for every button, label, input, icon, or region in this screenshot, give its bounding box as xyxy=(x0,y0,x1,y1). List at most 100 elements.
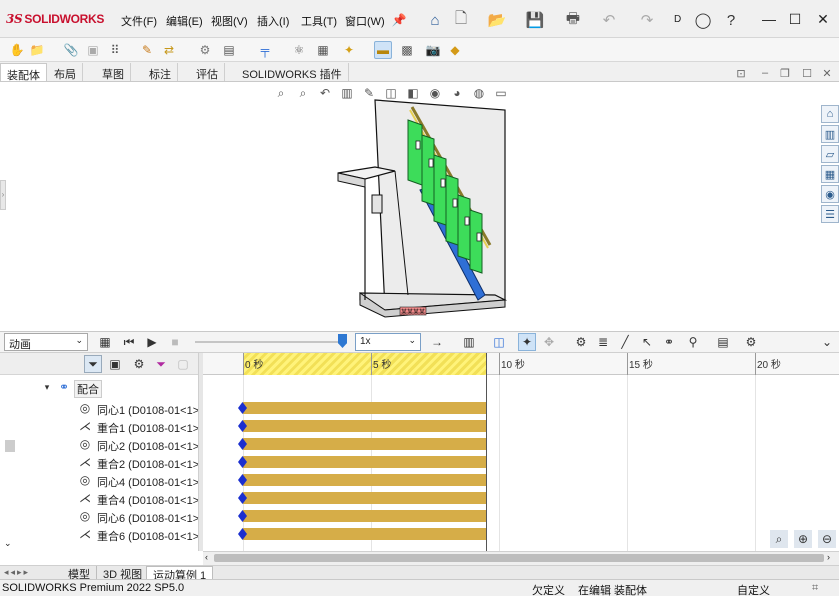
pin-icon[interactable]: 📌 xyxy=(390,11,408,29)
auto-expand-icon[interactable]: ▢ xyxy=(174,355,192,373)
update-speedpak-icon[interactable]: ▩ xyxy=(398,41,416,59)
animation-wizard-icon[interactable]: ◫ xyxy=(490,333,508,351)
chevron-down-icon[interactable]: ▾ xyxy=(40,380,54,394)
minimize-button[interactable]: — xyxy=(758,8,780,30)
tab-motion-study-1[interactable]: 运动算例 1 xyxy=(146,566,214,582)
solidworks-logo[interactable]: 3S SOLIDWORKS xyxy=(6,12,104,28)
tab-assembly[interactable]: 装配体 xyxy=(0,63,47,82)
tree-item[interactable]: ◎ 同心2 (D0108-01<1> xyxy=(0,435,198,453)
reference-geometry-icon[interactable]: ╤ xyxy=(256,41,274,59)
new-document-icon[interactable]: 🗋 xyxy=(452,10,470,29)
home-icon[interactable]: ⌂ xyxy=(426,11,444,29)
zoom-to-fit-icon[interactable]: ⌕ xyxy=(272,84,290,102)
timeline-scroll-thumb[interactable] xyxy=(214,554,824,562)
timeline-bar[interactable] xyxy=(243,474,486,486)
timeline-time-cursor[interactable] xyxy=(486,353,487,551)
timeline-bar[interactable] xyxy=(243,420,486,432)
save-icon[interactable]: 💾 xyxy=(526,11,545,29)
units-status[interactable]: 自定义 xyxy=(737,582,770,596)
results-plots-icon[interactable]: ▤ xyxy=(714,333,732,351)
help-icon[interactable]: ? xyxy=(722,11,740,29)
menu-file[interactable]: 文件(F) xyxy=(121,13,157,29)
maximize-button[interactable]: ☐ xyxy=(784,8,806,30)
timeline-bar[interactable] xyxy=(243,510,486,522)
autokey-icon[interactable]: ✦ xyxy=(518,333,536,351)
tree-item[interactable]: ⋌ 重合2 (D0108-01<1> xyxy=(0,453,198,471)
show-hidden-icon[interactable]: ⚙ xyxy=(196,41,214,59)
playback-slider-track[interactable] xyxy=(195,341,345,343)
motion-study-properties-icon[interactable]: ⚙ xyxy=(742,333,760,351)
force-icon[interactable]: ↖ xyxy=(638,333,656,351)
file-explorer-icon[interactable]: ▱ xyxy=(821,145,839,163)
mate-icon[interactable]: 📎 xyxy=(62,41,80,59)
filter-driving-icon[interactable]: ▣ xyxy=(106,355,124,373)
bill-of-materials-icon[interactable]: ▦ xyxy=(314,41,332,59)
calculate-icon[interactable]: ▦ xyxy=(96,333,114,351)
timeline-bar[interactable] xyxy=(243,528,486,540)
playback-mode-icon[interactable]: → xyxy=(428,333,446,351)
menu-edit[interactable]: 编辑(E) xyxy=(166,13,203,29)
tree-item[interactable]: ⋌ 重合1 (D0108-01<1> xyxy=(0,417,198,435)
redo-icon[interactable]: ↷ xyxy=(638,11,656,29)
filter-results-icon[interactable]: ⏷ xyxy=(152,355,170,373)
menu-insert[interactable]: 插入(I) xyxy=(257,13,289,29)
stop-icon[interactable]: ■ xyxy=(166,333,184,351)
rebuild-status-icon[interactable]: ⌗ xyxy=(812,582,818,595)
tab-markup[interactable]: 标注 xyxy=(143,63,178,81)
tree-item[interactable]: ◎ 同心1 (D0108-01<1> xyxy=(0,399,198,417)
new-motion-study-icon[interactable]: ⚛ xyxy=(290,41,308,59)
tree-item[interactable]: ◎ 同心6 (D0108-01<1> xyxy=(0,507,198,525)
tab-navigation-arrows[interactable]: ◂◂▸▸ xyxy=(4,567,30,578)
damper-icon[interactable]: ╱ xyxy=(616,333,634,351)
open-icon[interactable]: 📂 xyxy=(488,11,507,29)
play-from-start-icon[interactable]: ⏮ xyxy=(120,333,138,351)
filter-animated-icon[interactable]: ⏷ xyxy=(84,355,102,373)
move-component-icon[interactable]: ⇄ xyxy=(160,41,178,59)
doc-maximize-button[interactable]: ☐ xyxy=(798,64,816,82)
tab-sketch[interactable]: 草图 xyxy=(96,63,131,81)
solidworks-resources-icon[interactable]: ⌂ xyxy=(821,105,839,123)
tree-item[interactable]: ◎ 同心4 (D0108-01<1> xyxy=(0,471,198,489)
component-preview-icon[interactable]: ▣ xyxy=(84,41,102,59)
close-button[interactable]: ✕ xyxy=(812,8,834,30)
zoom-to-area-icon[interactable]: ⌕ xyxy=(294,84,312,102)
tab-model[interactable]: 模型 xyxy=(62,566,97,581)
zoom-out-icon[interactable]: ⊖ xyxy=(818,530,836,548)
menu-window[interactable]: 窗口(W) xyxy=(345,13,385,29)
tab-3d-views[interactable]: 3D 视图 xyxy=(97,566,150,581)
insert-component-icon[interactable]: ✋ xyxy=(8,41,26,59)
play-icon[interactable]: ▶ xyxy=(143,333,161,351)
spring-icon[interactable]: ≣ xyxy=(594,333,612,351)
tree-group-mates[interactable]: ▾ ⚭ 配合 xyxy=(0,378,198,398)
tree-item[interactable]: ⋌ 重合6 (D0108-01<1> xyxy=(0,525,198,543)
tab-layout[interactable]: 布局 xyxy=(48,63,83,81)
linear-pattern-icon[interactable]: ⠿ xyxy=(106,41,124,59)
feature-manager-collapse-handle[interactable]: › xyxy=(0,180,6,210)
assembly-features-icon[interactable]: ▤ xyxy=(220,41,238,59)
zoom-in-icon[interactable]: ⊕ xyxy=(794,530,812,548)
tab-solidworks-addins[interactable]: SOLIDWORKS 插件 xyxy=(236,63,349,81)
appearances-icon[interactable]: ◉ xyxy=(821,185,839,203)
study-type-select[interactable]: 动画 ⌄ xyxy=(4,333,88,351)
account-icon[interactable]: ◯ xyxy=(694,11,712,29)
motor-icon[interactable]: ⚙ xyxy=(572,333,590,351)
design-library-icon[interactable]: ▥ xyxy=(821,125,839,143)
menu-view[interactable]: 视图(V) xyxy=(211,13,248,29)
add-update-key-icon[interactable]: ✥ xyxy=(540,333,558,351)
doc-minimize-button[interactable]: – xyxy=(756,64,774,82)
doc-close-button[interactable]: ✕ xyxy=(818,64,836,82)
tree-item[interactable]: ⋌ 重合4 (D0108-01<1> xyxy=(0,489,198,507)
doc-restore-button[interactable]: ❐ xyxy=(776,64,794,82)
timeline-bar[interactable] xyxy=(243,402,486,414)
custom-properties-icon[interactable]: ☰ xyxy=(821,205,839,223)
timeline-bar[interactable] xyxy=(243,456,486,468)
scroll-right-icon[interactable]: › xyxy=(827,552,830,562)
save-animation-icon[interactable]: ▥ xyxy=(460,333,478,351)
exploded-view-icon[interactable]: ✦ xyxy=(340,41,358,59)
filter-selected-icon[interactable]: ⚙ xyxy=(130,355,148,373)
timeline-bar[interactable] xyxy=(243,492,486,504)
smart-fasteners-icon[interactable]: ✎ xyxy=(138,41,156,59)
take-snapshot-icon[interactable]: 📷 xyxy=(424,41,442,59)
staircase-model[interactable]: 某某某某 xyxy=(330,95,510,320)
new-part-icon[interactable]: 📁 xyxy=(28,41,46,59)
